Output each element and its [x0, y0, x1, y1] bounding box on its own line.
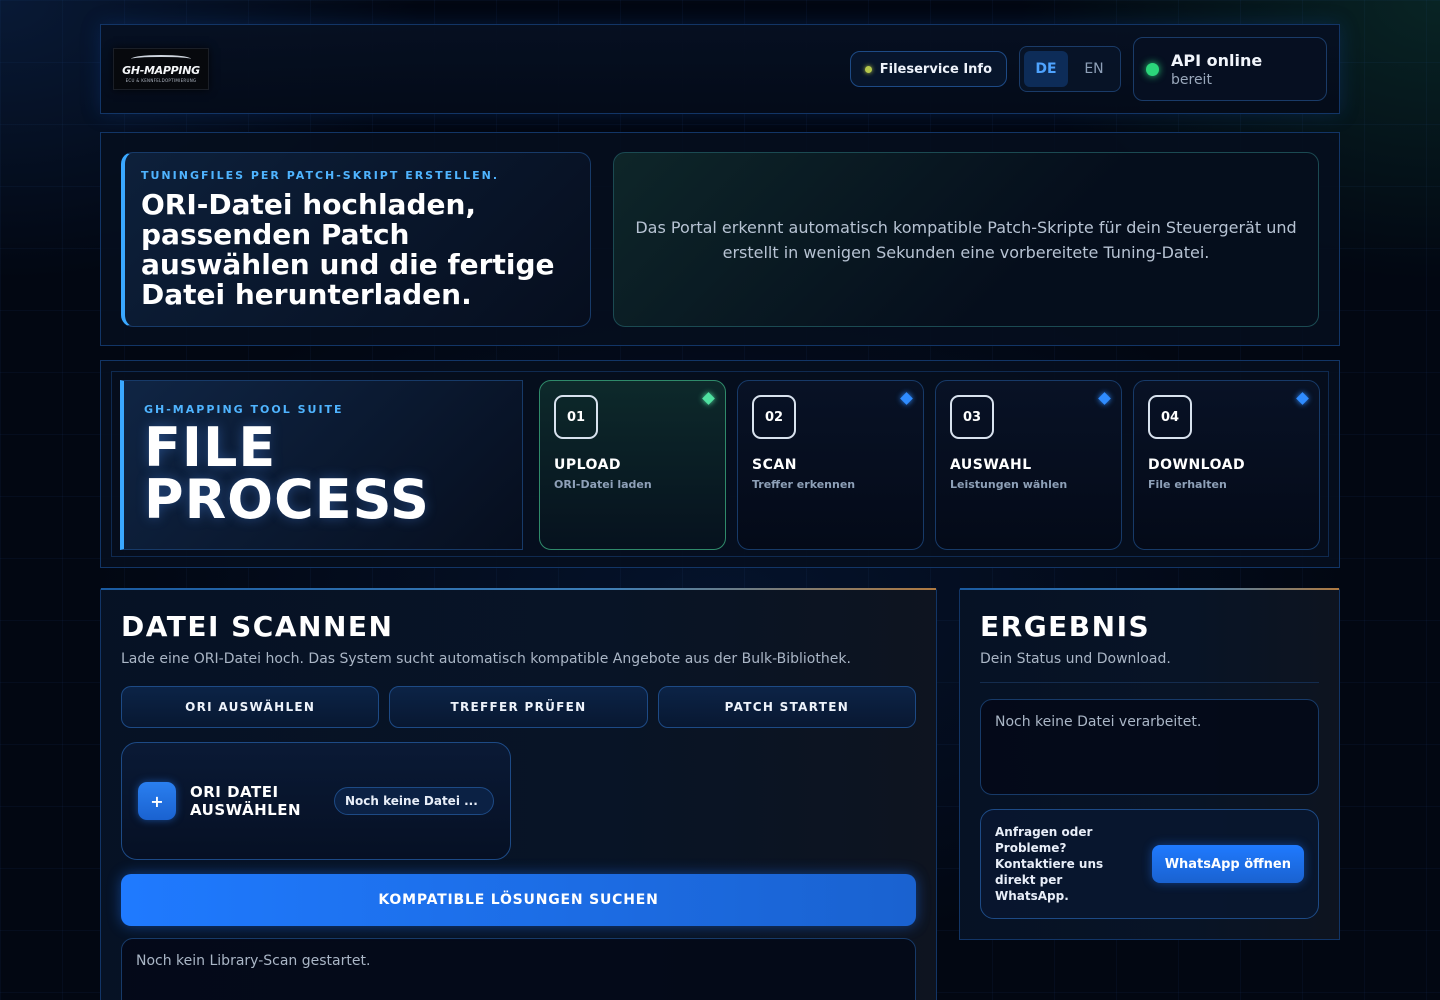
language-de-button[interactable]: DE [1024, 51, 1068, 87]
hero-description-card: Das Portal erkennt automatisch kompatibl… [613, 152, 1319, 327]
step-name: DOWNLOAD [1148, 457, 1246, 473]
contact-text: Anfragen oder Probleme? Kontaktiere uns … [995, 825, 1104, 903]
step-download[interactable]: 04 DOWNLOAD File erhalten [1133, 380, 1320, 550]
hero-title: ORI-Datei hochladen, passenden Patch aus… [141, 188, 555, 311]
diamond-icon [1098, 392, 1111, 405]
diamond-icon [1296, 392, 1309, 405]
top-header: GH-MAPPING ECU & KENNFELDOPTIMIERUNG Fil… [100, 24, 1340, 114]
fileservice-label: Fileservice Info [879, 61, 992, 77]
process-title-card: GH-MAPPING TOOL SUITE FILE PROCESS [120, 380, 523, 550]
header-actions: Fileservice Info DE EN API online bereit [849, 37, 1327, 101]
step-upload[interactable]: 01 UPLOAD ORI-Datei laden [539, 380, 726, 550]
start-patch-button[interactable]: PATCH STARTEN [657, 686, 916, 728]
process-title: FILE PROCESS [144, 416, 502, 531]
result-panel: ERGEBNIS Dein Status und Download. Noch … [959, 588, 1340, 940]
scan-action-buttons: ORI AUSWÄHLEN TREFFER PRÜFEN PATCH START… [121, 686, 916, 728]
car-silhouette-icon [131, 55, 191, 63]
step-description: ORI-Datei laden [554, 478, 652, 491]
step-number: 03 [950, 395, 994, 439]
upload-label: ORI DATEI AUSWÄHLEN [190, 783, 302, 819]
language-switch: DE EN [1019, 46, 1121, 92]
hero-section: TUNINGFILES PER PATCH-SKRIPT ERSTELLEN. … [100, 132, 1340, 346]
api-status-text: bereit [1171, 71, 1212, 88]
step-description: Leistungen wählen [950, 478, 1068, 491]
api-online-dot-icon [1146, 62, 1159, 76]
step-name: AUSWAHL [950, 457, 1032, 473]
ori-select-button[interactable]: ORI AUSWÄHLEN [121, 686, 380, 728]
process-section: GH-MAPPING TOOL SUITE FILE PROCESS 01 UP… [100, 360, 1340, 568]
process-title-line1: FILE [144, 416, 277, 479]
hero-eyebrow: TUNINGFILES PER PATCH-SKRIPT ERSTELLEN. [141, 169, 500, 182]
library-scan-status: Noch kein Library-Scan gestartet. [121, 938, 916, 1000]
result-divider [980, 682, 1319, 683]
fileservice-info-button[interactable]: Fileservice Info [849, 51, 1007, 87]
api-status-box: API online bereit [1133, 37, 1327, 101]
selected-file-chip: Noch keine Datei ... [334, 787, 494, 815]
process-inner: GH-MAPPING TOOL SUITE FILE PROCESS 01 UP… [111, 371, 1329, 557]
step-number: 01 [554, 395, 598, 439]
step-name: UPLOAD [554, 457, 622, 473]
plus-icon[interactable]: + [138, 782, 176, 820]
hero-description: Das Portal erkennt automatisch kompatibl… [635, 217, 1297, 262]
whatsapp-button[interactable]: WhatsApp öffnen [1151, 845, 1304, 883]
step-auswahl[interactable]: 03 AUSWAHL Leistungen wählen [935, 380, 1122, 550]
scan-panel: DATEI SCANNEN Lade eine ORI-Datei hoch. … [100, 588, 937, 1000]
contact-box: Anfragen oder Probleme? Kontaktiere uns … [980, 809, 1319, 919]
step-number: 04 [1148, 395, 1192, 439]
diamond-icon [702, 392, 715, 405]
scan-title: DATEI SCANNEN [121, 610, 394, 643]
status-dot-icon [864, 65, 872, 73]
process-eyebrow: GH-MAPPING TOOL SUITE [144, 403, 344, 416]
api-status-title: API online [1171, 50, 1263, 70]
step-scan[interactable]: 02 SCAN Treffer erkennen [737, 380, 924, 550]
ori-upload-dropzone[interactable]: + ORI DATEI AUSWÄHLEN Noch keine Datei .… [121, 742, 511, 860]
step-description: Treffer erkennen [752, 478, 856, 491]
logo-main-text: GH-MAPPING [122, 64, 200, 77]
step-number: 02 [752, 395, 796, 439]
gh-mapping-logo[interactable]: GH-MAPPING ECU & KENNFELDOPTIMIERUNG [113, 48, 209, 90]
check-matches-button[interactable]: TREFFER PRÜFEN [389, 686, 648, 728]
result-title: ERGEBNIS [980, 610, 1151, 643]
result-status-box: Noch keine Datei verarbeitet. [980, 699, 1319, 795]
process-steps: 01 UPLOAD ORI-Datei laden 02 SCAN Treffe… [539, 380, 1320, 550]
scan-subtitle: Lade eine ORI-Datei hoch. Das System suc… [121, 651, 851, 667]
hero-title-card: TUNINGFILES PER PATCH-SKRIPT ERSTELLEN. … [121, 152, 591, 327]
process-title-line2: PROCESS [144, 468, 430, 531]
step-name: SCAN [752, 457, 797, 473]
logo-sub-text: ECU & KENNFELDOPTIMIERUNG [125, 78, 197, 83]
language-en-button[interactable]: EN [1072, 51, 1116, 87]
step-description: File erhalten [1148, 478, 1227, 491]
search-compatible-button[interactable]: KOMPATIBLE LÖSUNGEN SUCHEN [121, 874, 916, 926]
result-subtitle: Dein Status und Download. [980, 651, 1171, 667]
diamond-icon [900, 392, 913, 405]
